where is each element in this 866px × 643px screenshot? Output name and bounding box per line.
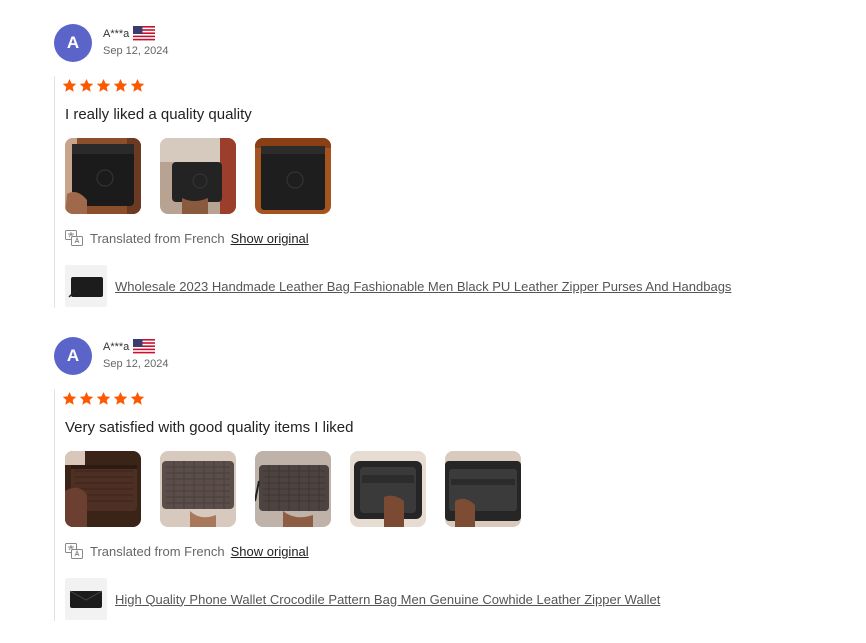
star-icon: [96, 391, 111, 405]
review-body: Very satisfied with good quality items I…: [54, 389, 835, 621]
review-photo[interactable]: [350, 451, 426, 527]
star-icon: [79, 78, 94, 92]
reviewer-name: A***a: [103, 340, 130, 353]
show-original-link[interactable]: Show original: [231, 544, 309, 559]
reviewer-name-row: A***a: [103, 26, 156, 41]
review-photo[interactable]: [65, 451, 141, 527]
us-flag-icon: [133, 26, 156, 41]
translated-label: Translated from French: [90, 231, 225, 246]
avatar: A: [54, 337, 92, 375]
product-title-link[interactable]: Wholesale 2023 Handmade Leather Bag Fash…: [115, 279, 731, 294]
review-photos: [65, 451, 521, 527]
translate-icon: [65, 230, 83, 246]
us-flag-icon: [133, 339, 156, 354]
review-photo[interactable]: [160, 138, 236, 214]
review-photo[interactable]: [255, 138, 331, 214]
review-photos: [65, 138, 331, 214]
translation-note: Translated from French Show original: [65, 543, 309, 560]
reviewer-name: A***a: [103, 27, 130, 40]
translate-icon: [65, 543, 83, 559]
review-date: Sep 12, 2024: [103, 45, 169, 57]
review-text: Very satisfied with good quality items I…: [65, 419, 354, 436]
star-icon: [62, 78, 77, 92]
reviews-page: A A***a Sep 12, 2024 I really liked a qu…: [0, 0, 866, 643]
star-icon: [96, 78, 111, 92]
translation-note: Translated from French Show original: [65, 230, 309, 247]
star-icon: [130, 391, 145, 405]
product-thumbnail[interactable]: [65, 265, 107, 307]
star-icon: [62, 391, 77, 405]
review-photo[interactable]: [255, 451, 331, 527]
review-date: Sep 12, 2024: [103, 358, 169, 370]
product-image: [68, 277, 103, 298]
star-rating: [62, 78, 145, 93]
translated-label: Translated from French: [90, 544, 225, 559]
product-title-link[interactable]: High Quality Phone Wallet Crocodile Patt…: [115, 592, 660, 607]
avatar: A: [54, 24, 92, 62]
review-text: I really liked a quality quality: [65, 106, 252, 123]
review-photo[interactable]: [445, 451, 521, 527]
product-link-row[interactable]: High Quality Phone Wallet Crocodile Patt…: [65, 578, 660, 620]
reviewer-name-row: A***a: [103, 339, 156, 354]
product-image: [69, 590, 103, 608]
star-icon: [113, 391, 128, 405]
star-icon: [130, 78, 145, 92]
review-body: I really liked a quality quality Transla…: [54, 76, 835, 308]
review-photo[interactable]: [160, 451, 236, 527]
product-thumbnail[interactable]: [65, 578, 107, 620]
star-rating: [62, 391, 145, 406]
show-original-link[interactable]: Show original: [231, 231, 309, 246]
star-icon: [113, 78, 128, 92]
review-photo[interactable]: [65, 138, 141, 214]
star-icon: [79, 391, 94, 405]
product-link-row[interactable]: Wholesale 2023 Handmade Leather Bag Fash…: [65, 265, 731, 307]
